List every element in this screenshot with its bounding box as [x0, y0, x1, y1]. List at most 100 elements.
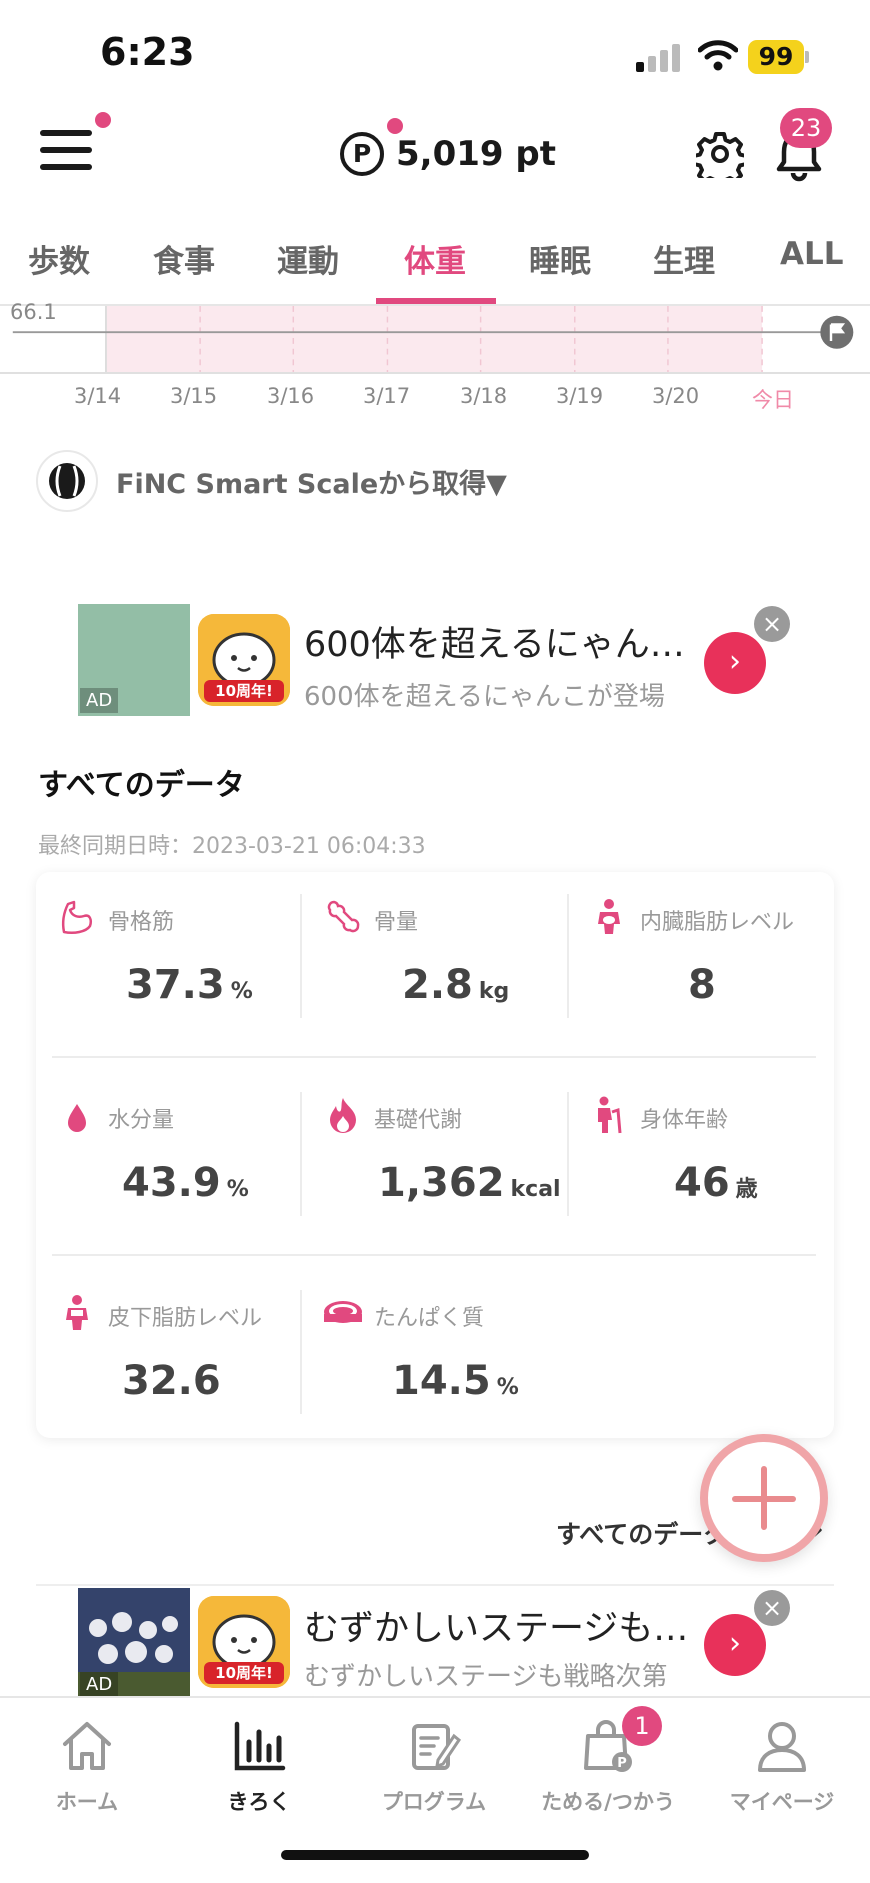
status-time: 6:23 — [100, 30, 195, 74]
last-sync-time: 最終同期日時：2023-03-21 06:04:33 — [38, 834, 426, 859]
bone-icon — [327, 900, 360, 933]
metric-label-subcutaneous-fat: 皮下脂肪レベル — [108, 1306, 263, 1331]
divider — [567, 894, 569, 1018]
goal-flag-icon — [820, 315, 854, 349]
battery-icon: 99 — [748, 40, 810, 74]
nav-home[interactable]: ホーム — [2, 1716, 172, 1816]
tab-period[interactable]: 生理 — [653, 236, 715, 281]
divider — [567, 1092, 569, 1216]
svg-text:P: P — [617, 1756, 627, 1771]
chart-x-tick: 3/16 — [267, 384, 315, 408]
metric-label-visceral-fat: 内臓脂肪レベル — [640, 910, 795, 935]
ad-icon-caption: 10周年! — [215, 1664, 273, 1682]
home-icon — [63, 1722, 111, 1770]
ad-app-icon[interactable]: 10周年! — [198, 1596, 290, 1688]
metric-bmr: 1,362 kcal — [378, 1160, 561, 1206]
nav-mypage[interactable]: マイページ — [697, 1716, 867, 1816]
points-value: 5,019 pt — [396, 134, 556, 174]
elderly-person-icon — [598, 1096, 622, 1134]
ad-app-icon[interactable]: 10周年! — [198, 614, 290, 706]
metric-water: 43.9% — [122, 1160, 249, 1206]
tab-meals[interactable]: 食事 — [153, 236, 215, 281]
weight-chart[interactable] — [0, 306, 870, 374]
ad-thumbnail[interactable]: AD — [78, 604, 190, 716]
metric-skeletal-muscle: 37.3% — [126, 962, 253, 1008]
ad-close-button[interactable]: × — [754, 606, 790, 642]
add-record-button[interactable] — [700, 1434, 828, 1562]
chart-x-tick: 3/17 — [363, 384, 411, 408]
active-tab-indicator — [376, 298, 496, 304]
user-icon — [758, 1722, 806, 1772]
metric-label-water: 水分量 — [108, 1108, 175, 1133]
divider — [300, 1290, 302, 1414]
metric-label-protein: たんぱく質 — [374, 1306, 485, 1331]
ad-icon-caption: 10周年! — [215, 682, 273, 700]
metric-label-skeletal-muscle: 骨格筋 — [108, 910, 175, 935]
chart-x-tick: 3/15 — [170, 384, 218, 408]
subcutaneous-fat-icon — [66, 1295, 88, 1330]
ad-open-button[interactable]: › — [704, 1614, 766, 1676]
metric-visceral-fat: 8 — [688, 962, 716, 1008]
gear-icon[interactable] — [696, 130, 744, 178]
muscle-icon — [61, 900, 92, 934]
program-icon — [412, 1724, 462, 1770]
visceral-fat-icon — [598, 899, 620, 934]
tab-all[interactable]: ALL — [780, 236, 844, 272]
metric-label-bone-mass: 骨量 — [374, 910, 419, 935]
tab-sleep[interactable]: 睡眠 — [529, 236, 591, 281]
battery-level: 99 — [748, 40, 804, 74]
notification-badge: 23 — [780, 108, 832, 148]
ad-thumbnail[interactable]: AD — [78, 1588, 190, 1696]
points-nav-badge: 1 — [622, 1706, 662, 1746]
wifi-icon — [698, 40, 738, 71]
flame-icon — [330, 1098, 356, 1133]
home-indicator[interactable] — [281, 1850, 589, 1860]
points-icon: P — [340, 132, 384, 176]
nav-points[interactable]: P ためる/つかう — [523, 1716, 693, 1816]
metric-body-age: 46 歳 — [674, 1160, 758, 1206]
nav-mypage-label: マイページ — [729, 1790, 835, 1814]
meat-icon — [324, 1301, 362, 1323]
ad-title[interactable]: 600体を超えるにゃん… — [304, 616, 685, 667]
tab-weight[interactable]: 体重 — [404, 236, 466, 281]
chart-x-tick: 3/14 — [74, 384, 122, 408]
ad-open-button[interactable]: › — [704, 632, 766, 694]
points-display[interactable]: P 5,019 pt — [340, 132, 556, 176]
ad-subtitle: 600体を超えるにゃんこが登場 — [304, 682, 665, 712]
ad-label: AD — [80, 1672, 119, 1696]
water-drop-icon — [68, 1104, 86, 1132]
scale-device-icon — [36, 450, 98, 512]
ad-label: AD — [80, 688, 119, 713]
divider — [300, 1092, 302, 1216]
divider — [36, 1584, 834, 1586]
points-notification-dot — [387, 118, 403, 134]
menu-button[interactable] — [40, 128, 92, 172]
ad-close-button[interactable]: × — [754, 1590, 790, 1626]
chart-x-tick-today: 今日 — [752, 388, 794, 412]
divider — [300, 894, 302, 1018]
nav-records[interactable]: きろく — [174, 1716, 344, 1816]
tab-steps[interactable]: 歩数 — [28, 236, 90, 281]
ad-subtitle: むずかしいステージも戦略次第 — [304, 1662, 668, 1692]
all-data-link[interactable]: すべてのデータ — [556, 1515, 728, 1551]
nav-records-label: きろく — [227, 1790, 291, 1814]
divider — [52, 1254, 816, 1256]
category-tabs: 歩数 食事 運動 体重 睡眠 生理 ALL — [0, 220, 870, 306]
chart-x-tick: 3/18 — [460, 384, 508, 408]
nav-points-label: ためる/つかう — [541, 1790, 675, 1814]
nav-home-label: ホーム — [55, 1790, 119, 1814]
nav-program[interactable]: プログラム — [349, 1716, 519, 1816]
chart-y-tick: 66.1 — [10, 300, 57, 324]
metric-label-bmr: 基礎代謝 — [374, 1108, 463, 1133]
ad-title[interactable]: むずかしいステージも… — [304, 1600, 688, 1651]
tab-exercise[interactable]: 運動 — [277, 236, 339, 281]
chart-x-tick: 3/19 — [556, 384, 604, 408]
plus-icon-stroke — [761, 1466, 767, 1530]
metric-label-body-age: 身体年齢 — [640, 1108, 729, 1133]
metric-protein: 14.5% — [392, 1358, 519, 1404]
bar-chart-icon — [234, 1721, 286, 1771]
data-source-selector[interactable]: FiNC Smart Scaleから取得▼ — [116, 462, 507, 501]
section-title: すべてのデータ — [38, 768, 245, 803]
body-metrics-card — [36, 872, 834, 1438]
metric-bone-mass: 2.8 kg — [402, 962, 510, 1008]
